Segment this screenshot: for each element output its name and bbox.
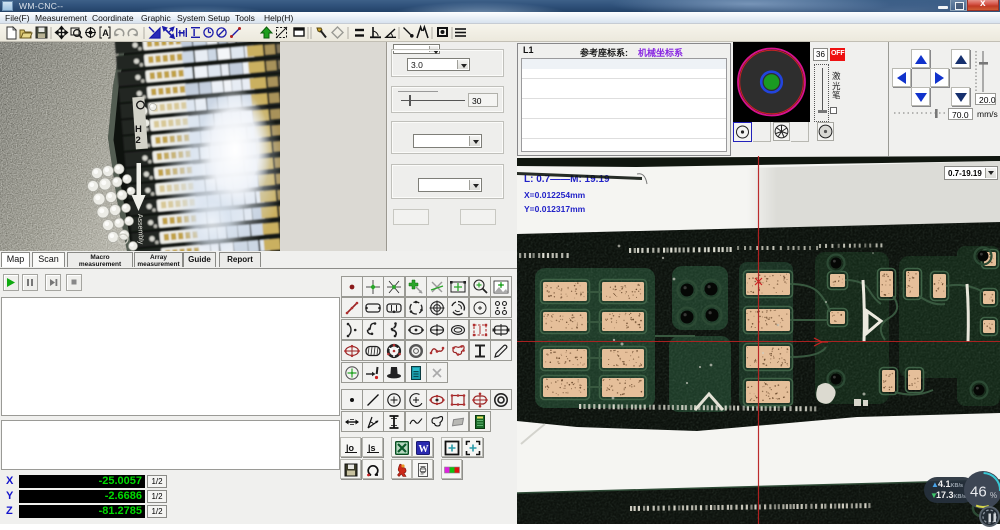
svg-text:Y=0.012317mm: Y=0.012317mm	[524, 204, 586, 214]
svg-text:|o: |o	[346, 443, 355, 453]
svg-text:|s: |s	[368, 443, 376, 453]
svg-text:2: 2	[136, 135, 141, 146]
svg-text:%: %	[990, 491, 997, 500]
svg-text:X=0.012254mm: X=0.012254mm	[524, 190, 586, 200]
svg-text:A: A	[102, 28, 109, 38]
svg-text:W: W	[419, 444, 429, 455]
svg-text:46: 46	[970, 484, 987, 501]
svg-text:H: H	[179, 29, 186, 39]
svg-text:▐▐: ▐▐	[986, 513, 996, 523]
svg-text:Assembly: Assembly	[136, 214, 144, 245]
svg-text:H: H	[135, 124, 142, 135]
svg-text:I: I	[193, 28, 196, 39]
